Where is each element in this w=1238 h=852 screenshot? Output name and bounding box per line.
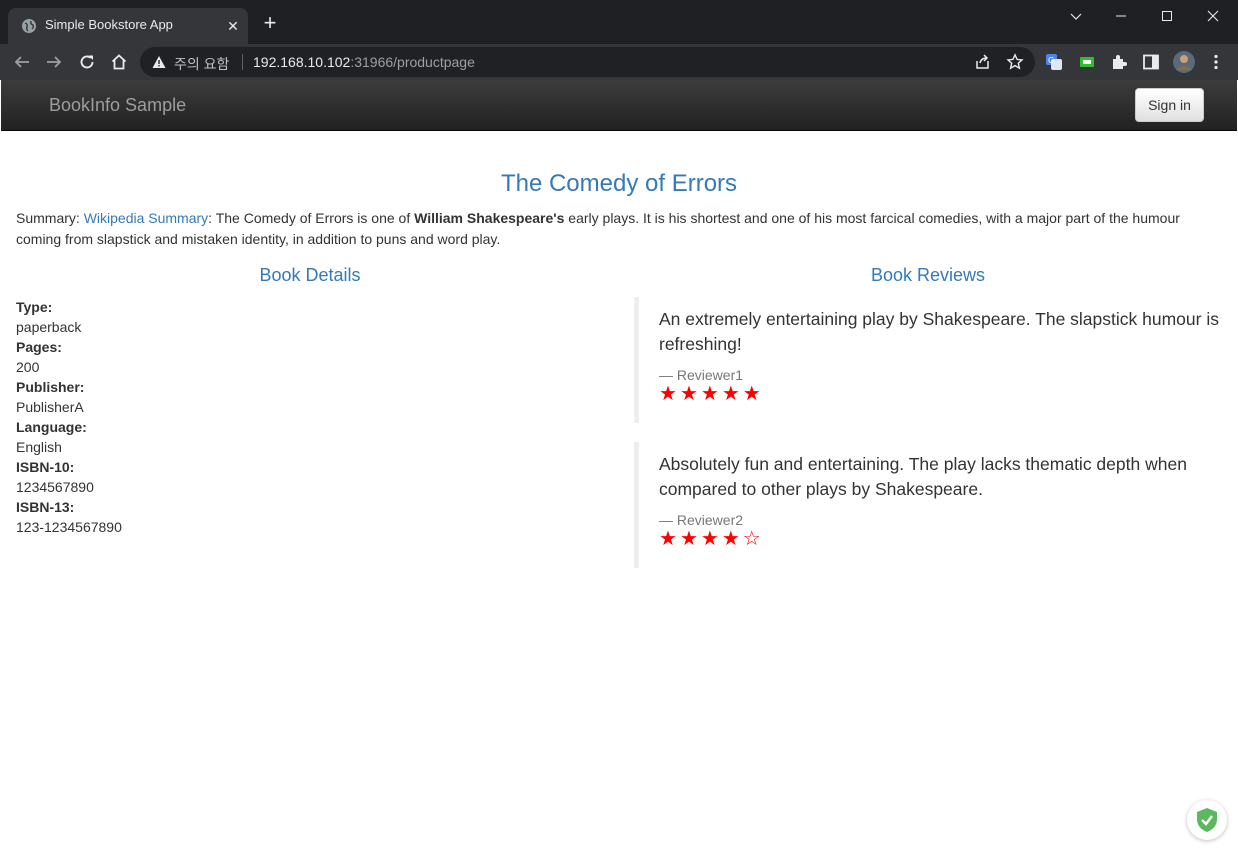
summary-label: Summary: [16,210,80,226]
detail-label-isbn13: ISBN-13: [16,499,75,515]
book-reviews-heading: Book Reviews [870,265,986,285]
star-filled-icon: ★ [679,528,698,550]
forward-arrow-icon[interactable] [43,51,65,73]
url-path: :31966/productpage [350,54,475,70]
sign-in-button[interactable]: Sign in [1135,88,1204,122]
book-details-heading: Book Details [259,265,361,285]
navbar: BookInfo Sample Sign in [1,80,1237,131]
url-text[interactable]: 192.168.10.102:31966/productpage [253,54,475,70]
star-filled-icon: ★ [742,383,761,405]
star-rating: ★ ★ ★ ★ ★ [659,384,1224,404]
detail-value-language: English [16,439,62,455]
profile-avatar-icon[interactable] [1172,50,1196,74]
svg-text:G: G [1048,56,1054,65]
navbar-brand[interactable]: BookInfo Sample [49,95,186,116]
maximize-icon[interactable] [1144,0,1190,32]
web-page: BookInfo Sample Sign in The Comedy of Er… [1,80,1237,851]
address-bar[interactable]: 주의 요함 192.168.10.102:31966/productpage [140,47,1035,77]
extensions-puzzle-icon[interactable] [1110,53,1128,71]
star-filled-icon: ★ [659,528,677,550]
tab-search-icon[interactable] [1053,0,1099,32]
warning-icon[interactable] [152,55,166,69]
detail-label-pages: Pages: [16,339,62,355]
summary-author: William Shakespeare's [414,210,565,226]
url-host: 192.168.10.102 [253,54,351,70]
reload-icon[interactable] [76,51,98,73]
back-arrow-icon[interactable] [11,51,33,73]
browser-tab[interactable]: Simple Bookstore App ✕ [8,8,248,44]
detail-value-isbn10: 1234567890 [16,479,94,495]
side-panel-icon[interactable] [1142,53,1160,71]
new-tab-icon[interactable]: + [259,12,281,34]
reviewer-name: — Reviewer1 [659,367,744,383]
detail-label-language: Language: [16,419,87,435]
review-text: Absolutely fun and entertaining. The pla… [659,454,1187,499]
star-empty-icon: ☆ [742,528,761,550]
security-label[interactable]: 주의 요함 [174,54,229,74]
summary-text-pre: : The Comedy of Errors is one of [208,210,415,226]
detail-label-isbn10: ISBN-10: [16,459,75,475]
browser-toolbar: 주의 요함 192.168.10.102:31966/productpage G [0,44,1238,80]
home-icon[interactable] [108,51,130,73]
close-window-icon[interactable] [1190,0,1236,32]
reviewer-name: — Reviewer2 [659,512,744,528]
detail-label-publisher: Publisher: [16,379,85,395]
detail-value-publisher: PublisherA [16,399,84,415]
star-filled-icon: ★ [679,383,698,405]
bookmark-star-icon[interactable] [1006,53,1024,71]
review-card: An extremely entertaining play by Shakes… [634,297,1224,423]
star-filled-icon: ★ [721,383,740,405]
share-icon[interactable] [974,53,992,71]
star-filled-icon: ★ [700,528,719,550]
detail-value-isbn13: 123-1234567890 [16,519,122,535]
close-tab-icon[interactable]: ✕ [224,17,242,35]
wikipedia-summary-link[interactable]: Wikipedia Summary [84,210,208,226]
green-extension-icon[interactable] [1078,53,1096,71]
shield-check-icon[interactable] [1187,800,1227,840]
review-text: An extremely entertaining play by Shakes… [659,309,1219,354]
translate-extension-icon[interactable]: G [1045,53,1063,71]
book-details-list: Type: paperback Pages: 200 Publisher: Pu… [16,297,606,537]
review-card: Absolutely fun and entertaining. The pla… [634,442,1224,568]
minimize-icon[interactable] [1098,0,1144,32]
detail-value-pages: 200 [16,359,40,375]
star-filled-icon: ★ [700,383,719,405]
star-filled-icon: ★ [659,383,677,405]
browser-titlebar: Simple Bookstore App ✕ + [0,0,1238,44]
detail-value-type: paperback [16,319,82,335]
book-title: The Comedy of Errors [500,170,738,197]
tab-title: Simple Bookstore App [45,17,173,32]
detail-label-type: Type: [16,299,53,315]
book-summary: Summary: Wikipedia Summary: The Comedy o… [16,208,1206,250]
menu-kebab-icon[interactable] [1207,53,1225,71]
omnibox-divider [242,54,243,70]
star-rating: ★ ★ ★ ★ ☆ [659,529,1224,549]
globe-icon [22,19,36,33]
star-filled-icon: ★ [721,528,740,550]
